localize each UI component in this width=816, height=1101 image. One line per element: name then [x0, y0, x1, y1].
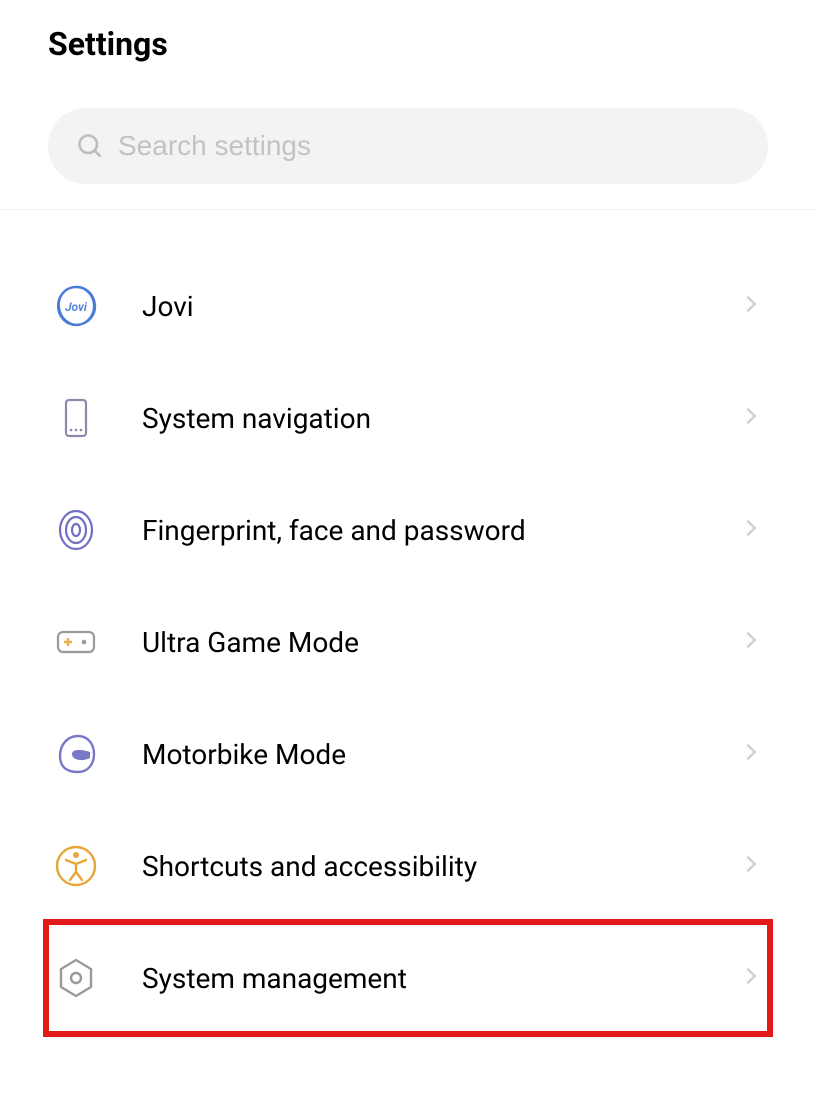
gamepad-icon — [54, 620, 98, 664]
list-item-jovi[interactable]: Jovi Jovi — [48, 250, 768, 362]
chevron-right-icon — [740, 965, 762, 991]
search-container — [0, 78, 816, 209]
accessibility-icon — [54, 844, 98, 888]
list-item-fingerprint-face-password[interactable]: Fingerprint, face and password — [48, 474, 768, 586]
chevron-right-icon — [740, 741, 762, 767]
item-label: System navigation — [142, 402, 696, 435]
phone-nav-icon — [54, 396, 98, 440]
list-item-shortcuts-accessibility[interactable]: Shortcuts and accessibility — [48, 810, 768, 922]
page-title: Settings — [48, 25, 768, 63]
item-label: Fingerprint, face and password — [142, 514, 696, 547]
chevron-right-icon — [740, 629, 762, 655]
item-label: Jovi — [142, 290, 696, 323]
search-input[interactable] — [118, 130, 740, 162]
svg-text:Jovi: Jovi — [65, 300, 88, 314]
header: Settings — [0, 0, 816, 78]
list-item-ultra-game-mode[interactable]: Ultra Game Mode — [48, 586, 768, 698]
search-box[interactable] — [48, 108, 768, 184]
chevron-right-icon — [740, 405, 762, 431]
helmet-icon — [54, 732, 98, 776]
list-item-system-management[interactable]: System management — [46, 922, 770, 1034]
chevron-right-icon — [740, 293, 762, 319]
list-item-system-navigation[interactable]: System navigation — [48, 362, 768, 474]
list-item-motorbike-mode[interactable]: Motorbike Mode — [48, 698, 768, 810]
settings-list: Jovi Jovi System navigation — [0, 210, 816, 1074]
item-label: Shortcuts and accessibility — [142, 850, 696, 883]
fingerprint-icon — [54, 508, 98, 552]
gear-hex-icon — [54, 956, 98, 1000]
chevron-right-icon — [740, 853, 762, 879]
item-label: Motorbike Mode — [142, 738, 696, 771]
search-icon — [76, 132, 104, 160]
item-label: Ultra Game Mode — [142, 626, 696, 659]
chevron-right-icon — [740, 517, 762, 543]
jovi-icon: Jovi — [54, 284, 98, 328]
item-label: System management — [142, 962, 696, 995]
